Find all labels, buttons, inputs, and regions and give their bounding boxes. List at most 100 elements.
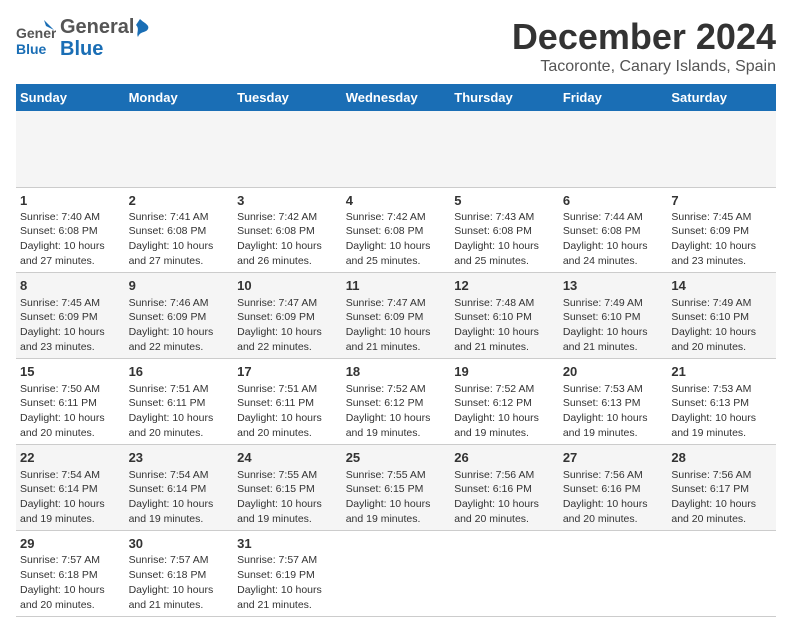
- sunset-text: Sunset: 6:15 PM: [346, 482, 447, 497]
- sunset-text: Sunset: 6:09 PM: [129, 310, 230, 325]
- header-tuesday: Tuesday: [233, 84, 342, 111]
- bird-icon: [130, 19, 150, 47]
- sunrise-text: Sunrise: 7:40 AM: [20, 210, 121, 225]
- sunset-text: Sunset: 6:10 PM: [454, 310, 555, 325]
- sunrise-text: Sunrise: 7:53 AM: [671, 382, 772, 397]
- sunset-text: Sunset: 6:15 PM: [237, 482, 338, 497]
- header-monday: Monday: [125, 84, 234, 111]
- day-number: 22: [20, 449, 121, 467]
- sunrise-text: Sunrise: 7:56 AM: [671, 468, 772, 483]
- sunrise-text: Sunrise: 7:47 AM: [346, 296, 447, 311]
- week-row-2: 8Sunrise: 7:45 AMSunset: 6:09 PMDaylight…: [16, 273, 776, 359]
- calendar-cell: 5Sunrise: 7:43 AMSunset: 6:08 PMDaylight…: [450, 187, 559, 273]
- daylight-text: Daylight: 10 hours and 20 minutes.: [20, 411, 121, 440]
- calendar-cell: 25Sunrise: 7:55 AMSunset: 6:15 PMDayligh…: [342, 445, 451, 531]
- daylight-text: Daylight: 10 hours and 19 minutes.: [563, 411, 664, 440]
- day-number: 11: [346, 277, 447, 295]
- calendar-cell: 2Sunrise: 7:41 AMSunset: 6:08 PMDaylight…: [125, 187, 234, 273]
- sunrise-text: Sunrise: 7:53 AM: [563, 382, 664, 397]
- calendar-cell: 26Sunrise: 7:56 AMSunset: 6:16 PMDayligh…: [450, 445, 559, 531]
- sunset-text: Sunset: 6:09 PM: [346, 310, 447, 325]
- sunrise-text: Sunrise: 7:54 AM: [129, 468, 230, 483]
- logo-general-text: General: [60, 16, 134, 38]
- calendar-cell: 29Sunrise: 7:57 AMSunset: 6:18 PMDayligh…: [16, 531, 125, 617]
- sunset-text: Sunset: 6:09 PM: [671, 224, 772, 239]
- sunrise-text: Sunrise: 7:45 AM: [20, 296, 121, 311]
- calendar-cell: 1Sunrise: 7:40 AMSunset: 6:08 PMDaylight…: [16, 187, 125, 273]
- daylight-text: Daylight: 10 hours and 21 minutes.: [563, 325, 664, 354]
- daylight-text: Daylight: 10 hours and 19 minutes.: [671, 411, 772, 440]
- day-number: 29: [20, 535, 121, 553]
- calendar-cell: [450, 531, 559, 617]
- sunset-text: Sunset: 6:08 PM: [129, 224, 230, 239]
- daylight-text: Daylight: 10 hours and 21 minutes.: [129, 583, 230, 612]
- day-number: 21: [671, 363, 772, 381]
- calendar-cell: [342, 111, 451, 187]
- sunrise-text: Sunrise: 7:50 AM: [20, 382, 121, 397]
- sunset-text: Sunset: 6:08 PM: [237, 224, 338, 239]
- sunrise-text: Sunrise: 7:57 AM: [237, 553, 338, 568]
- sunset-text: Sunset: 6:09 PM: [20, 310, 121, 325]
- week-row-4: 22 Sunrise: 7:54 AMSunset: 6:14 PM Dayligh…: [16, 445, 776, 531]
- day-number: 30: [129, 535, 230, 553]
- day-number: 31: [237, 535, 338, 553]
- week-row-5: 29Sunrise: 7:57 AMSunset: 6:18 PMDayligh…: [16, 531, 776, 617]
- sunrise-text: Sunrise: 7:42 AM: [237, 210, 338, 225]
- daylight-text: Daylight: 10 hours and 20 minutes.: [671, 325, 772, 354]
- calendar-cell: 15Sunrise: 7:50 AMSunset: 6:11 PMDayligh…: [16, 359, 125, 445]
- sunset-text: Sunset: 6:10 PM: [671, 310, 772, 325]
- location-title: Tacoronte, Canary Islands, Spain: [512, 58, 776, 76]
- day-number: 25: [346, 449, 447, 467]
- sunset-text: Sunset: 6:12 PM: [454, 396, 555, 411]
- sunset-text: Sunset: 6:16 PM: [454, 482, 555, 497]
- daylight-text: Daylight: 10 hours and 19 minutes.: [454, 411, 555, 440]
- header-thursday: Thursday: [450, 84, 559, 111]
- calendar-cell: 3Sunrise: 7:42 AMSunset: 6:08 PMDaylight…: [233, 187, 342, 273]
- calendar-cell: 31Sunrise: 7:57 AMSunset: 6:19 PMDayligh…: [233, 531, 342, 617]
- sunset-text: Sunset: 6:14 PM: [129, 482, 230, 497]
- calendar-cell: 8Sunrise: 7:45 AMSunset: 6:09 PMDaylight…: [16, 273, 125, 359]
- day-number: 3: [237, 192, 338, 210]
- sunset-text: Sunset: 6:18 PM: [129, 568, 230, 583]
- sunrise-text: Sunrise: 7:57 AM: [20, 553, 121, 568]
- calendar-cell: 13Sunrise: 7:49 AMSunset: 6:10 PMDayligh…: [559, 273, 668, 359]
- calendar-cell: 20Sunrise: 7:53 AMSunset: 6:13 PMDayligh…: [559, 359, 668, 445]
- calendar-cell: 18Sunrise: 7:52 AMSunset: 6:12 PMDayligh…: [342, 359, 451, 445]
- day-number: 8: [20, 277, 121, 295]
- sunset-text: Sunset: 6:11 PM: [20, 396, 121, 411]
- page-header: General Blue General Blue December 2024 …: [16, 16, 776, 76]
- calendar-cell: [233, 111, 342, 187]
- day-number: 16: [129, 363, 230, 381]
- day-number: 10: [237, 277, 338, 295]
- header-sunday: Sunday: [16, 84, 125, 111]
- daylight-text: Daylight: 10 hours and 20 minutes.: [237, 411, 338, 440]
- sunrise-text: Sunrise: 7:46 AM: [129, 296, 230, 311]
- day-number: 20: [563, 363, 664, 381]
- daylight-text: Daylight: 10 hours and 20 minutes.: [129, 411, 230, 440]
- daylight-text: Daylight: 10 hours and 22 minutes.: [129, 325, 230, 354]
- calendar-cell: [667, 531, 776, 617]
- sunrise-text: Sunrise: 7:51 AM: [237, 382, 338, 397]
- calendar-cell: 16Sunrise: 7:51 AMSunset: 6:11 PMDayligh…: [125, 359, 234, 445]
- day-number: 26: [454, 449, 555, 467]
- day-number: 1: [20, 192, 121, 210]
- sunrise-text: Sunrise: 7:49 AM: [671, 296, 772, 311]
- day-number: 24: [237, 449, 338, 467]
- calendar-cell: 9Sunrise: 7:46 AMSunset: 6:09 PMDaylight…: [125, 273, 234, 359]
- week-row-0: [16, 111, 776, 187]
- sunrise-text: Sunrise: 7:55 AM: [346, 468, 447, 483]
- daylight-text: Daylight: 10 hours and 27 minutes.: [129, 239, 230, 268]
- sunset-text: Sunset: 6:11 PM: [129, 396, 230, 411]
- sunrise-text: Sunrise: 7:47 AM: [237, 296, 338, 311]
- day-of-week-row: Sunday Monday Tuesday Wednesday Thursday…: [16, 84, 776, 111]
- calendar-cell: 30Sunrise: 7:57 AMSunset: 6:18 PMDayligh…: [125, 531, 234, 617]
- sunset-text: Sunset: 6:16 PM: [563, 482, 664, 497]
- daylight-text: Daylight: 10 hours and 20 minutes.: [563, 497, 664, 526]
- daylight-text: Daylight: 10 hours and 19 minutes.: [237, 497, 338, 526]
- calendar-cell: 23Sunrise: 7:54 AMSunset: 6:14 PMDayligh…: [125, 445, 234, 531]
- daylight-text: Daylight: 10 hours and 21 minutes.: [237, 583, 338, 612]
- calendar-cell: 27Sunrise: 7:56 AMSunset: 6:16 PMDayligh…: [559, 445, 668, 531]
- header-friday: Friday: [559, 84, 668, 111]
- logo: General Blue General Blue: [16, 16, 150, 60]
- sunrise-text: Sunrise: 7:45 AM: [671, 210, 772, 225]
